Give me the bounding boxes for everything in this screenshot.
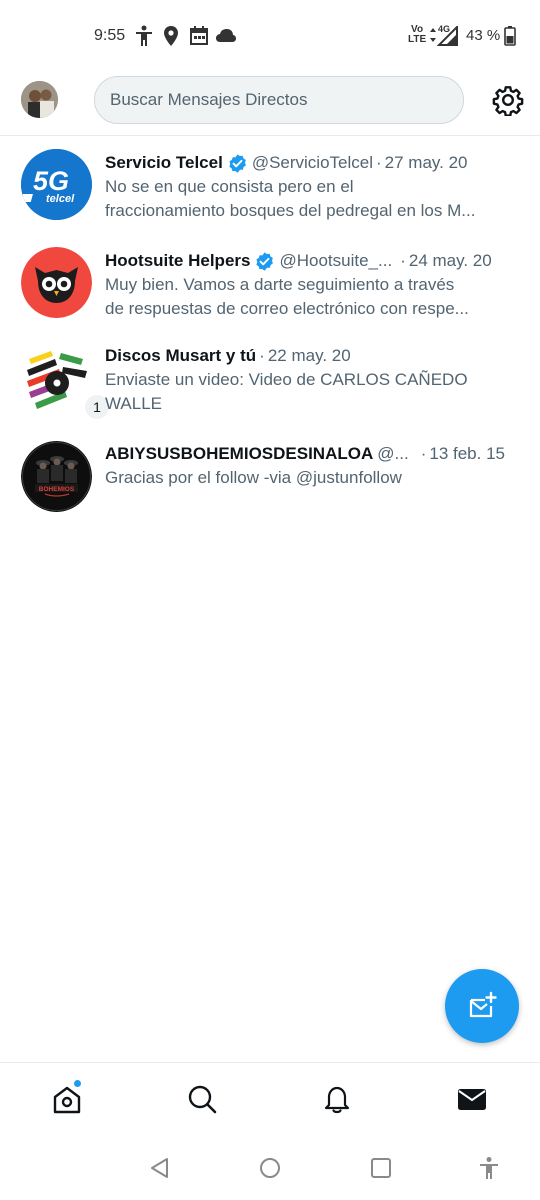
home-notification-dot xyxy=(73,1079,82,1088)
conversation-preview-line1: No se en que consista pero en el xyxy=(105,177,354,196)
messages-envelope-icon[interactable] xyxy=(456,1083,488,1115)
conversation-item-discos-musart[interactable]: 1 Discos Musart y tú · 22 may. 20 Envias… xyxy=(0,332,540,430)
band-photo-icon: BOHEMIOS xyxy=(21,441,92,512)
verified-badge-icon xyxy=(256,251,274,271)
battery-icon xyxy=(504,26,516,46)
search-icon[interactable] xyxy=(186,1083,218,1115)
volte-label: Vo LTE xyxy=(408,24,427,45)
conversation-date: 22 may. 20 xyxy=(267,346,351,365)
conversation-name: Servicio Telcel xyxy=(105,153,223,172)
status-bar: 9:55 Vo LTE 4G 43 % xyxy=(0,0,540,72)
conversation-item-servicio-telcel[interactable]: 5G telcel Servicio Telcel @ServicioTelce… xyxy=(0,137,540,234)
separator-dot: · xyxy=(259,346,265,365)
recents-square-icon[interactable] xyxy=(369,1156,393,1180)
conversation-item-hootsuite-helpers[interactable]: Hootsuite Helpers @Hootsuite_... · 24 ma… xyxy=(0,234,540,332)
profile-avatar[interactable] xyxy=(21,81,58,118)
separator-dot: · xyxy=(376,153,382,172)
musart-logo-icon xyxy=(21,345,92,416)
conversation-preview-line1: Muy bien. Vamos a darte seguimiento a tr… xyxy=(105,275,455,294)
conversation-preview-line1: Gracias por el follow -via @justunfollow xyxy=(105,468,402,487)
avatar[interactable]: 1 xyxy=(21,345,111,421)
separator-dot: · xyxy=(420,444,427,463)
accessibility-shortcut-icon[interactable] xyxy=(477,1156,501,1180)
conversation-preview-line2: de respuestas de correo electrónico con … xyxy=(105,299,469,318)
bottom-navigation xyxy=(0,1062,540,1136)
conversation-preview-line1: Enviaste un video: Video de CARLOS CAÑED… xyxy=(105,370,468,389)
owl-logo-icon xyxy=(21,247,92,318)
avatar[interactable]: 5G telcel xyxy=(21,149,92,220)
accessibility-icon xyxy=(136,25,152,46)
svg-text:5G: 5G xyxy=(33,166,69,196)
new-message-icon xyxy=(469,991,497,1018)
conversation-name: Hootsuite Helpers xyxy=(105,251,251,270)
search-input[interactable] xyxy=(110,90,463,110)
cloud-icon xyxy=(216,29,236,42)
avatar[interactable] xyxy=(21,247,92,318)
battery-percent: 43 % xyxy=(466,27,501,44)
conversation-date: 24 may. 20 xyxy=(408,251,492,270)
separator-dot: · xyxy=(400,251,406,270)
conversation-name: Discos Musart y tú xyxy=(105,346,257,365)
header xyxy=(0,72,540,136)
signal-icon xyxy=(437,26,458,46)
svg-text:telcel: telcel xyxy=(46,193,75,205)
system-navigation-bar xyxy=(0,1136,540,1200)
location-icon xyxy=(164,26,178,46)
conversation-date: 13 feb. 15 xyxy=(429,444,505,463)
conversation-handle: @ServicioTelcel xyxy=(251,153,373,172)
notifications-bell-icon[interactable] xyxy=(321,1083,353,1115)
data-arrows-icon xyxy=(430,28,436,42)
svg-text:BOHEMIOS: BOHEMIOS xyxy=(39,486,75,493)
new-message-button[interactable] xyxy=(445,969,519,1043)
conversation-handle: @Hootsuite_... xyxy=(279,251,393,270)
conversation-name: ABIYSUSBOHEMIOSDESINALOA xyxy=(105,444,374,463)
conversation-preview-line2: fraccionamiento bosques del pedregal en … xyxy=(105,201,476,220)
home-circle-icon[interactable] xyxy=(258,1156,282,1180)
conversation-item-abiysusbohemios[interactable]: BOHEMIOS ABIYSUSBOHEMIOSDESINALOA @... ·… xyxy=(0,430,540,528)
verified-badge-icon xyxy=(229,153,246,173)
search-bar[interactable] xyxy=(94,76,464,124)
conversation-preview-line2: WALLE xyxy=(105,394,163,413)
status-time: 9:55 xyxy=(94,27,126,44)
calendar-icon xyxy=(190,26,208,45)
settings-gear-icon[interactable] xyxy=(492,84,524,116)
conversation-handle: @... xyxy=(377,444,409,463)
conversation-date: 27 may. 20 xyxy=(384,153,468,172)
back-triangle-icon[interactable] xyxy=(148,1156,172,1180)
avatar[interactable]: BOHEMIOS xyxy=(21,441,92,512)
